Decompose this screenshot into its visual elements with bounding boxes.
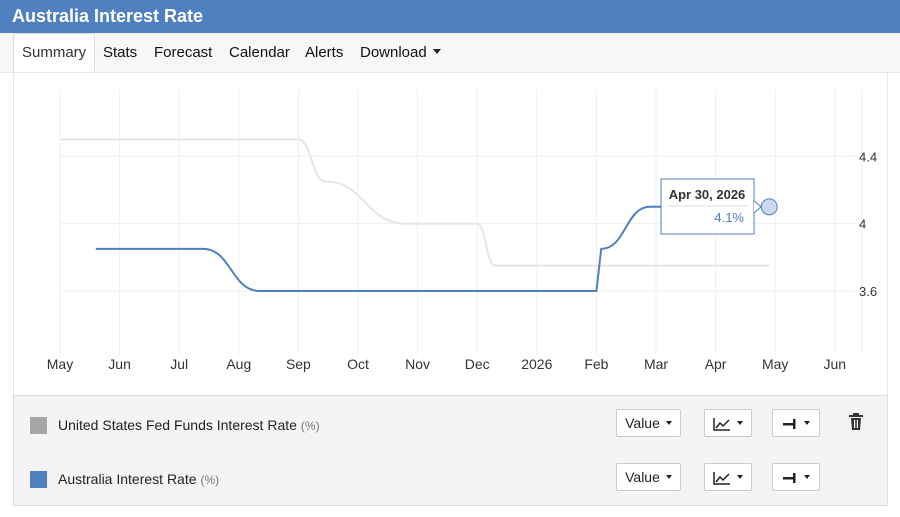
line-chart-icon — [713, 418, 730, 432]
x-tick-label: Jun — [824, 356, 847, 372]
x-tick-label: Dec — [465, 356, 490, 372]
value-dropdown[interactable]: Value — [616, 463, 681, 491]
axis-right-icon — [783, 419, 796, 430]
value-dropdown-label: Value — [625, 469, 660, 485]
line-chart-icon — [713, 472, 730, 486]
series-label: United States Fed Funds Interest Rate (%) — [58, 417, 320, 433]
x-tick-label: 2026 — [521, 356, 552, 372]
axis-dropdown[interactable] — [772, 409, 820, 437]
x-tick-label: Jun — [108, 356, 131, 372]
x-tick-label: Apr — [705, 356, 727, 372]
x-tick-label: Oct — [347, 356, 369, 372]
series-color-swatch[interactable] — [30, 471, 47, 488]
tooltip-value: 4.1% — [714, 210, 744, 225]
x-tick-label: Mar — [644, 356, 668, 372]
y-tick-label: 3.6 — [859, 284, 877, 299]
legend-row-us-fed: United States Fed Funds Interest Rate (%)… — [14, 396, 887, 450]
tooltip-pointer — [753, 200, 762, 214]
interest-rate-chart[interactable]: 3.6 4 4.4 May Jun Jul Aug Sep Oct Nov Dec 2026 Feb Ma… — [0, 0, 900, 395]
x-tick-label: Nov — [405, 356, 430, 372]
trash-icon[interactable] — [848, 413, 864, 436]
chevron-down-icon — [665, 421, 672, 426]
value-dropdown-label: Value — [625, 415, 660, 431]
chevron-down-icon — [804, 475, 810, 480]
series-unit: (%) — [200, 473, 220, 487]
chevron-down-icon — [737, 421, 743, 426]
x-tick-label: Sep — [286, 356, 311, 372]
series-name: Australia Interest Rate — [58, 471, 197, 487]
hover-marker — [760, 198, 778, 216]
axis-right-icon — [783, 473, 796, 484]
series-label: Australia Interest Rate (%) — [58, 471, 219, 487]
axis-dropdown[interactable] — [772, 463, 820, 491]
y-tick-label: 4.4 — [859, 149, 877, 164]
chart-type-dropdown[interactable] — [704, 409, 752, 437]
x-tick-label: Jul — [170, 356, 188, 372]
series-legend: United States Fed Funds Interest Rate (%)… — [13, 395, 888, 506]
chevron-down-icon — [665, 475, 672, 480]
series-name: United States Fed Funds Interest Rate — [58, 417, 297, 433]
chart-type-dropdown[interactable] — [704, 463, 752, 491]
x-tick-label: May — [47, 356, 73, 372]
chevron-down-icon — [804, 421, 810, 426]
x-tick-label: Feb — [584, 356, 608, 372]
y-tick-label: 4 — [859, 217, 866, 232]
legend-row-australia: Australia Interest Rate (%) Value — [14, 450, 887, 504]
value-dropdown[interactable]: Value — [616, 409, 681, 437]
chevron-down-icon — [737, 475, 743, 480]
x-tick-label: Aug — [226, 356, 251, 372]
tooltip-date: Apr 30, 2026 — [669, 187, 746, 202]
x-tick-label: May — [762, 356, 788, 372]
series-unit: (%) — [300, 419, 320, 433]
series-color-swatch[interactable] — [30, 417, 47, 434]
